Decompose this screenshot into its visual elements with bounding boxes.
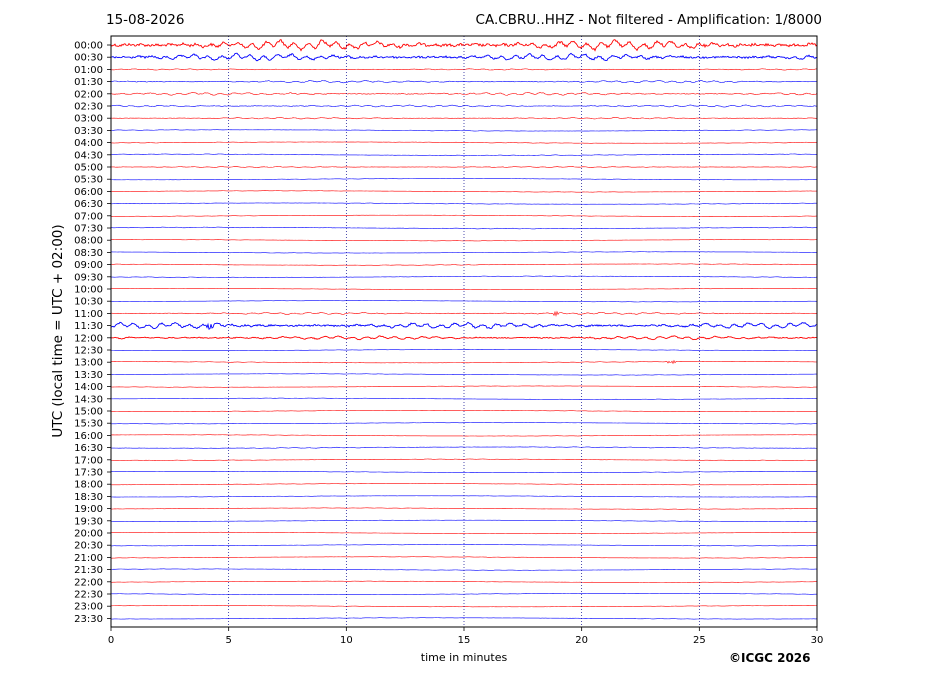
trace-1230 (110, 349, 818, 351)
y-tick-label-1900: 19:00 (74, 504, 103, 515)
y-tick-label-0830: 08:30 (74, 248, 103, 259)
trace-0430 (110, 153, 818, 157)
x-tick-label-20: 20 (575, 635, 588, 646)
y-tick-label-0400: 04:00 (74, 138, 103, 149)
y-axis-label: UTC (local time = UTC + 02:00) (50, 224, 66, 438)
y-tick-label-2130: 21:30 (74, 565, 103, 576)
trace-1330 (111, 373, 818, 376)
x-tick-label-5: 5 (225, 635, 231, 646)
trace-2030 (110, 544, 818, 547)
y-tick-label-1530: 15:30 (74, 419, 103, 430)
y-tick-label-0330: 03:30 (74, 126, 103, 137)
y-tick-label-2300: 23:00 (74, 602, 103, 613)
trace-0400 (110, 141, 818, 144)
y-tick-label-0030: 00:30 (74, 53, 103, 64)
tick-layer: 00:0000:3001:0001:3002:00 02:3003:0003:30… (74, 41, 823, 647)
gridline-layer (228, 36, 700, 627)
y-tick-label-0500: 05:00 (74, 163, 103, 174)
y-tick-label-1400: 14:00 (74, 382, 103, 393)
x-tick-label-30: 30 (811, 635, 824, 646)
trace-0500 (110, 166, 818, 168)
trace-2100 (110, 556, 818, 559)
y-tick-label-1230: 12:30 (74, 346, 103, 357)
y-tick-label-0300: 03:00 (74, 114, 103, 125)
y-tick-label-0000: 00:00 (74, 41, 103, 52)
copyright-credit: ©ICGC 2026 (729, 651, 811, 665)
y-tick-label-1600: 16:00 (74, 431, 103, 442)
trace-1900 (110, 507, 818, 510)
y-tick-label-2330: 23:30 (74, 614, 103, 625)
y-tick-label-1500: 15:00 (74, 407, 103, 418)
x-tick-label-25: 25 (693, 635, 706, 646)
trace-1930 (110, 519, 818, 522)
y-tick-label-1130: 11:30 (74, 321, 103, 332)
x-tick-label-10: 10 (340, 635, 353, 646)
y-tick-label-1030: 10:30 (74, 297, 103, 308)
y-tick-label-1330: 13:30 (74, 370, 103, 381)
y-tick-label-1700: 17:00 (74, 455, 103, 466)
y-tick-label-2200: 22:00 (74, 577, 103, 588)
trace-0600 (111, 190, 818, 193)
trace-1130 (110, 321, 818, 330)
y-tick-label-1800: 18:00 (74, 480, 103, 491)
y-tick-label-1000: 10:00 (74, 285, 103, 296)
y-tick-label-1630: 16:30 (74, 443, 103, 454)
date-label: 15-08-2026 (106, 12, 185, 28)
y-tick-label-0130: 01:30 (74, 77, 103, 88)
y-tick-label-0930: 09:30 (74, 272, 103, 283)
y-tick-label-0800: 08:00 (74, 236, 103, 247)
y-tick-label-0730: 07:30 (74, 224, 103, 235)
y-tick-label-0630: 06:30 (74, 199, 103, 210)
y-tick-label-0900: 09:00 (74, 260, 103, 271)
x-tick-label-15: 15 (458, 635, 471, 646)
y-tick-label-2100: 21:00 (74, 553, 103, 564)
y-tick-label-1300: 13:00 (74, 358, 103, 369)
y-tick-label-1200: 12:00 (74, 333, 103, 344)
y-tick-label-0600: 06:00 (74, 187, 103, 198)
y-tick-label-2000: 20:00 (74, 529, 103, 540)
y-tick-label-0430: 04:30 (74, 150, 103, 161)
y-tick-label-1430: 14:30 (74, 394, 103, 405)
trace-0530 (110, 178, 818, 181)
y-tick-label-0230: 02:30 (74, 102, 103, 113)
y-tick-label-0700: 07:00 (74, 211, 103, 222)
y-tick-label-1100: 11:00 (74, 309, 103, 320)
y-tick-label-0530: 05:30 (74, 175, 103, 186)
seismogram-plot: 00:0000:3001:0001:3002:00 02:3003:0003:30… (74, 35, 823, 647)
y-tick-label-1730: 17:30 (74, 468, 103, 479)
y-tick-label-0200: 02:00 (74, 89, 103, 100)
y-tick-label-2230: 22:30 (74, 590, 103, 601)
plot-frame (110, 35, 818, 628)
y-tick-label-1830: 18:30 (74, 492, 103, 503)
y-tick-label-0100: 01:00 (74, 65, 103, 76)
y-tick-label-1930: 19:30 (74, 516, 103, 527)
trace-2000 (110, 531, 818, 535)
station-title: CA.CBRU..HHZ - Not filtered - Amplificat… (475, 12, 822, 28)
y-tick-label-2030: 20:30 (74, 541, 103, 552)
x-axis-label: time in minutes (420, 651, 508, 664)
x-tick-label-0: 0 (108, 635, 114, 646)
